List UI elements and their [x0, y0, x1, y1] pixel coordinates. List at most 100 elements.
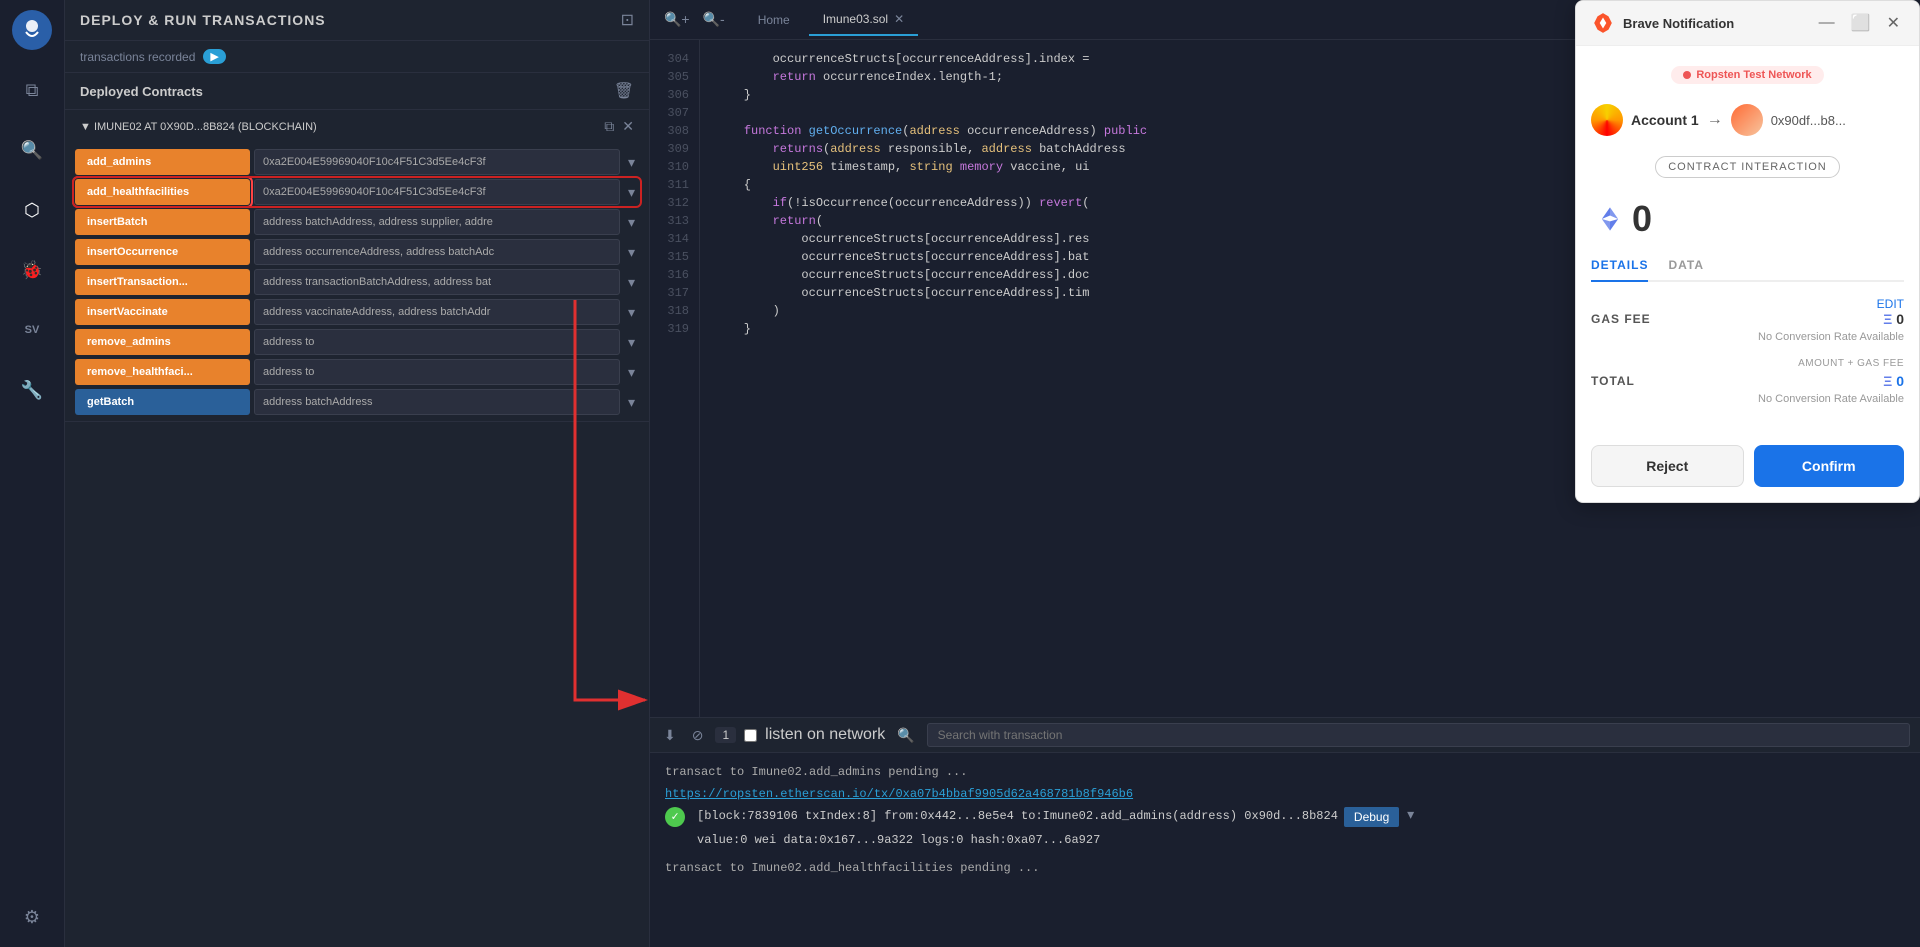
function-btn-insertoccurrence[interactable]: insertOccurrence: [75, 239, 250, 265]
network-badge: Ropsten Test Network: [1671, 66, 1823, 84]
chevron-down-icon-add-admins[interactable]: ▾: [624, 150, 639, 175]
terminal-count: 1: [715, 727, 736, 743]
functions-list: add_admins ▾ add_healthfacilities ▾ inse…: [65, 143, 649, 421]
function-btn-inserttransaction[interactable]: insertTransaction...: [75, 269, 250, 295]
copy-contract-icon[interactable]: ⧉: [604, 118, 614, 135]
sidebar-icon-search[interactable]: 🔍: [12, 130, 52, 170]
function-btn-add-healthfacilities[interactable]: add_healthfacilities: [75, 179, 250, 205]
function-btn-remove-healthfaci[interactable]: remove_healthfaci...: [75, 359, 250, 385]
chevron-down-icon-insertvaccinate[interactable]: ▾: [624, 300, 639, 325]
function-row-add-healthfacilities: add_healthfacilities ▾: [75, 179, 639, 205]
action-buttons: Reject Confirm: [1576, 435, 1919, 502]
chevron-down-icon-getbatch[interactable]: ▾: [624, 390, 639, 415]
function-input-inserttransaction[interactable]: [254, 269, 620, 295]
listen-checkbox[interactable]: [744, 729, 757, 742]
total-conversion-note: No Conversion Rate Available: [1591, 393, 1904, 405]
function-input-remove-healthfaci[interactable]: [254, 359, 620, 385]
account-arrow-icon: →: [1707, 111, 1723, 129]
account-avatar: [1591, 104, 1623, 136]
terminal-area: ⬇ ⊘ 1 listen on network 🔍 transact to Im…: [650, 717, 1920, 947]
tx-badge: ▶: [203, 49, 225, 64]
deploy-panel: DEPLOY & RUN TRANSACTIONS ⊡ transactions…: [65, 0, 650, 947]
deployed-contracts-title: Deployed Contracts: [80, 84, 203, 99]
brave-notification: Brave Notification — ⬜ ✕ Ropsten Test Ne…: [1575, 0, 1920, 503]
chevron-down-icon-insertoccurrence[interactable]: ▾: [624, 240, 639, 265]
terminal-block-line1: [block:7839106 txIndex:8] from:0x442...8…: [697, 807, 1338, 825]
deploy-header: DEPLOY & RUN TRANSACTIONS ⊡: [65, 0, 649, 41]
function-input-add-healthfacilities[interactable]: [254, 179, 620, 205]
details-content: EDIT GAS FEE Ξ 0 No Conversion Rate Avai…: [1576, 282, 1919, 435]
terminal-search-btn[interactable]: 🔍: [893, 725, 918, 746]
sidebar-icon-tools[interactable]: 🔧: [12, 370, 52, 410]
zoom-in-btn[interactable]: 🔍+: [660, 9, 694, 30]
close-btn[interactable]: ✕: [1883, 13, 1904, 33]
contract-instance-actions: ⧉ ✕: [604, 118, 634, 135]
function-input-insertoccurrence[interactable]: [254, 239, 620, 265]
tab-data[interactable]: DATA: [1668, 250, 1704, 280]
function-btn-getbatch[interactable]: getBatch: [75, 389, 250, 415]
sidebar-icon-files[interactable]: ⧉: [12, 70, 52, 110]
function-row-inserttransaction: insertTransaction... ▾: [75, 269, 639, 295]
file-tab[interactable]: Imune03.sol ✕: [809, 4, 918, 36]
restore-btn[interactable]: ⬜: [1847, 13, 1875, 33]
terminal-toolbar: ⬇ ⊘ 1 listen on network 🔍: [650, 718, 1920, 753]
confirm-button[interactable]: Confirm: [1754, 445, 1905, 487]
home-tab[interactable]: Home: [744, 5, 804, 35]
function-btn-insertbatch[interactable]: insertBatch: [75, 209, 250, 235]
function-input-insertvaccinate[interactable]: [254, 299, 620, 325]
terminal-expand-icon[interactable]: ▾: [1405, 807, 1416, 825]
listen-label: listen on network: [765, 726, 885, 744]
transactions-recorded: transactions recorded ▶: [65, 41, 649, 73]
edit-link[interactable]: EDIT: [1591, 297, 1904, 311]
function-input-add-admins[interactable]: [254, 149, 620, 175]
account-name: Account 1: [1631, 112, 1699, 128]
terminal-search-input[interactable]: [927, 723, 1910, 747]
tab-close-icon[interactable]: ✕: [894, 12, 904, 26]
logo-icon: [12, 10, 52, 50]
sidebar-icon-deploy[interactable]: ⬡: [12, 190, 52, 230]
function-btn-remove-admins[interactable]: remove_admins: [75, 329, 250, 355]
terminal-block-row: ✓ [block:7839106 txIndex:8] from:0x442..…: [665, 807, 1905, 853]
trash-icon[interactable]: 🗑: [614, 81, 634, 101]
function-row-insertbatch: insertBatch ▾: [75, 209, 639, 235]
reject-button[interactable]: Reject: [1591, 445, 1744, 487]
function-input-remove-admins[interactable]: [254, 329, 620, 355]
chevron-down-icon-remove-admins[interactable]: ▾: [624, 330, 639, 355]
function-btn-add-admins[interactable]: add_admins: [75, 149, 250, 175]
terminal-block-info: [block:7839106 txIndex:8] from:0x442...8…: [697, 807, 1338, 853]
eth-amount: 0: [1576, 188, 1919, 250]
sidebar-icon-debug[interactable]: 🐞: [12, 250, 52, 290]
terminal-line-healthfacilities: transact to Imune02.add_healthfacilities…: [665, 859, 1905, 877]
total-label: TOTAL: [1591, 374, 1635, 388]
function-input-getbatch[interactable]: [254, 389, 620, 415]
details-data-tabs: DETAILS DATA: [1591, 250, 1904, 282]
sidebar-icon-settings[interactable]: ⚙: [12, 897, 52, 937]
debug-button[interactable]: Debug: [1344, 807, 1399, 827]
contract-interaction-container: CONTRACT INTERACTION: [1591, 151, 1904, 183]
gas-fee-amount: 0: [1896, 311, 1904, 327]
terminal-block-line2: value:0 wei data:0x167...9a322 logs:0 ha…: [697, 831, 1338, 849]
function-btn-insertvaccinate[interactable]: insertVaccinate: [75, 299, 250, 325]
terminal-stop-btn[interactable]: ⊘: [688, 725, 708, 746]
terminal-line-1: transact to Imune02.add_admins pending .…: [665, 763, 1905, 781]
gas-fee-value: Ξ 0: [1883, 311, 1904, 327]
chevron-down-icon-remove-healthfaci[interactable]: ▾: [624, 360, 639, 385]
close-contract-icon[interactable]: ✕: [622, 118, 634, 135]
sidebar: ⧉ 🔍 ⬡ 🐞 SV 🔧 ⚙: [0, 0, 65, 947]
network-badge-container: Ropsten Test Network: [1591, 56, 1904, 94]
sidebar-icon-sv[interactable]: SV: [12, 310, 52, 350]
account-avatar2: [1731, 104, 1763, 136]
zoom-out-btn[interactable]: 🔍-: [699, 9, 729, 30]
tab-details[interactable]: DETAILS: [1591, 250, 1648, 282]
chevron-down-icon-add-healthfacilities[interactable]: ▾: [624, 180, 639, 205]
gas-fee-label: GAS FEE: [1591, 312, 1651, 326]
minimize-btn[interactable]: —: [1815, 13, 1839, 33]
chevron-down-icon-inserttransaction[interactable]: ▾: [624, 270, 639, 295]
function-row-insertoccurrence: insertOccurrence ▾: [75, 239, 639, 265]
terminal-link[interactable]: https://ropsten.etherscan.io/tx/0xa07b4b…: [665, 787, 1133, 801]
chevron-down-icon-insertbatch[interactable]: ▾: [624, 210, 639, 235]
contract-instance-header[interactable]: ▼ IMUNE02 AT 0X90D...8B824 (BLOCKCHAIN) …: [65, 110, 649, 143]
line-numbers: 3043053063073083093103113123133143153163…: [650, 40, 700, 717]
terminal-down-btn[interactable]: ⬇: [660, 725, 680, 746]
function-input-insertbatch[interactable]: [254, 209, 620, 235]
